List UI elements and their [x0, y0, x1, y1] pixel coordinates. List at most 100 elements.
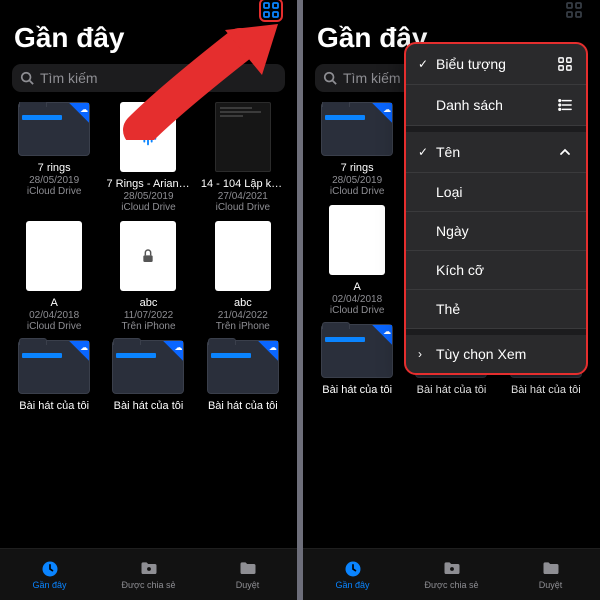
file-item[interactable]: abc 11/07/2022 Trên iPhone: [104, 221, 192, 332]
cloud-badge-icon: ☁: [174, 342, 182, 353]
file-date: 21/04/2022: [218, 310, 268, 321]
view-toggle-button[interactable]: [259, 0, 283, 22]
file-date: 27/04/2021: [218, 191, 268, 202]
folder-icon: ☁: [18, 340, 90, 394]
view-menu: ✓ Biểu tượng Danh sách ✓ Tên Loại Ngày K…: [404, 42, 588, 375]
waveform-icon: [137, 126, 159, 148]
file-name: A: [315, 281, 399, 294]
menu-label: Tên: [436, 144, 460, 160]
file-item[interactable]: ☁ 7 rings 28/05/2019 iCloud Drive: [313, 102, 401, 197]
menu-sort-kind[interactable]: Loại: [406, 173, 586, 212]
tab-browse[interactable]: Duyệt: [198, 549, 297, 600]
file-item[interactable]: A 02/04/2018 iCloud Drive: [10, 221, 98, 332]
menu-label: Danh sách: [436, 97, 503, 113]
tab-bar: Gần đây Được chia sẻ Duyệt: [303, 548, 600, 600]
grid-icon: [566, 2, 582, 18]
menu-icon-view[interactable]: ✓ Biểu tượng: [406, 44, 586, 85]
cloud-badge-icon: ☁: [383, 326, 391, 337]
file-location: iCloud Drive: [27, 321, 81, 332]
file-date: 28/05/2019: [332, 175, 382, 186]
tab-label: Được chia sẻ: [122, 580, 176, 590]
file-name: abc: [106, 297, 190, 310]
folder-icon: ☁: [207, 340, 279, 394]
tab-recent[interactable]: Gần đây: [0, 549, 99, 600]
file-date: 28/05/2019: [29, 175, 79, 186]
view-toggle-button[interactable]: [562, 0, 586, 22]
page-title: Gần đây: [0, 20, 297, 60]
lock-icon: [140, 248, 156, 264]
phone-left: Gần đây Tìm kiếm ☁ 7 rings 28/05/2019 iC…: [0, 0, 297, 600]
cloud-badge-icon: ☁: [80, 104, 88, 115]
file-item[interactable]: ☁ 7 rings 28/05/2019 iCloud Drive: [10, 102, 98, 213]
menu-sort-name[interactable]: ✓ Tên: [406, 126, 586, 173]
clock-icon: [40, 559, 60, 579]
shared-folder-icon: [441, 559, 463, 579]
search-input[interactable]: Tìm kiếm: [12, 64, 285, 92]
file-item[interactable]: A 02/04/2018 iCloud Drive: [313, 205, 401, 316]
cloud-badge-icon: ☁: [383, 104, 391, 115]
menu-label: Loại: [436, 184, 462, 200]
search-icon: [323, 71, 337, 85]
shared-folder-icon: [138, 559, 160, 579]
tab-label: Duyệt: [539, 580, 563, 590]
file-name: 7 Rings - Ariana…MP3]: [106, 178, 190, 191]
folder-icon: [237, 559, 259, 579]
file-location: iCloud Drive: [27, 186, 81, 197]
folder-icon: ☁: [321, 102, 393, 156]
file-name: A: [12, 297, 96, 310]
tab-recent[interactable]: Gần đây: [303, 549, 402, 600]
search-icon: [20, 71, 34, 85]
list-icon: [558, 98, 572, 112]
menu-sort-tags[interactable]: Thẻ: [406, 290, 586, 329]
file-date: 28/05/2019: [123, 191, 173, 202]
search-placeholder: Tìm kiếm: [343, 70, 401, 86]
folder-icon: ☁: [18, 102, 90, 156]
check-icon: ✓: [418, 57, 436, 71]
chevron-right-icon: ›: [418, 347, 436, 361]
file-grid: ☁ 7 rings 28/05/2019 iCloud Drive 7 Ring…: [0, 102, 297, 548]
file-location: iCloud Drive: [330, 186, 384, 197]
document-dark-icon: [215, 102, 271, 172]
menu-sort-date[interactable]: Ngày: [406, 212, 586, 251]
file-date: 02/04/2018: [332, 294, 382, 305]
menu-label: Kích cỡ: [436, 262, 484, 278]
file-location: iCloud Drive: [216, 202, 270, 213]
file-item[interactable]: ☁ Bài hát của tôi: [10, 340, 98, 413]
file-location: iCloud Drive: [330, 305, 384, 316]
chevron-up-icon: [559, 146, 571, 158]
phone-right: Gần đây Tìm kiếm ☁ 7 rings 28/05/2019 iC…: [303, 0, 600, 600]
cloud-badge-icon: ☁: [269, 342, 277, 353]
menu-view-options[interactable]: › Tùy chọn Xem: [406, 329, 586, 373]
tab-shared[interactable]: Được chia sẻ: [402, 549, 501, 600]
folder-icon: [540, 559, 562, 579]
file-item[interactable]: ☁ Bài hát của tôi: [199, 340, 287, 413]
grid-icon: [558, 57, 572, 71]
file-location: Trên iPhone: [216, 321, 270, 332]
tab-shared[interactable]: Được chia sẻ: [99, 549, 198, 600]
file-name: Bài hát của tôi: [12, 400, 96, 413]
tab-label: Duyệt: [236, 580, 260, 590]
menu-label: Thẻ: [436, 301, 460, 317]
file-name: 7 rings: [12, 162, 96, 175]
menu-sort-size[interactable]: Kích cỡ: [406, 251, 586, 290]
search-placeholder: Tìm kiếm: [40, 70, 98, 86]
menu-label: Ngày: [436, 223, 469, 239]
topbar: [0, 0, 297, 20]
file-item[interactable]: ☁ Bài hát của tôi: [104, 340, 192, 413]
file-item[interactable]: abc 21/04/2022 Trên iPhone: [199, 221, 287, 332]
tab-browse[interactable]: Duyệt: [501, 549, 600, 600]
document-icon: [215, 221, 271, 291]
tab-label: Gần đây: [32, 580, 66, 590]
file-name: Bài hát của tôi: [201, 400, 285, 413]
audio-file-icon: [120, 102, 176, 172]
file-location: Trên iPhone: [121, 321, 175, 332]
file-date: 11/07/2022: [124, 310, 173, 321]
file-item[interactable]: 7 Rings - Ariana…MP3] 28/05/2019 iCloud …: [104, 102, 192, 213]
menu-list-view[interactable]: Danh sách: [406, 85, 586, 126]
file-name: Bài hát của tôi: [409, 384, 493, 397]
file-item[interactable]: 14 - 104 Lập kế ho…duyệt 27/04/2021 iClo…: [199, 102, 287, 213]
tab-label: Gần đây: [335, 580, 369, 590]
grid-icon: [263, 2, 279, 18]
file-item[interactable]: ☁ Bài hát của tôi: [313, 324, 401, 397]
menu-label: Biểu tượng: [436, 56, 506, 72]
